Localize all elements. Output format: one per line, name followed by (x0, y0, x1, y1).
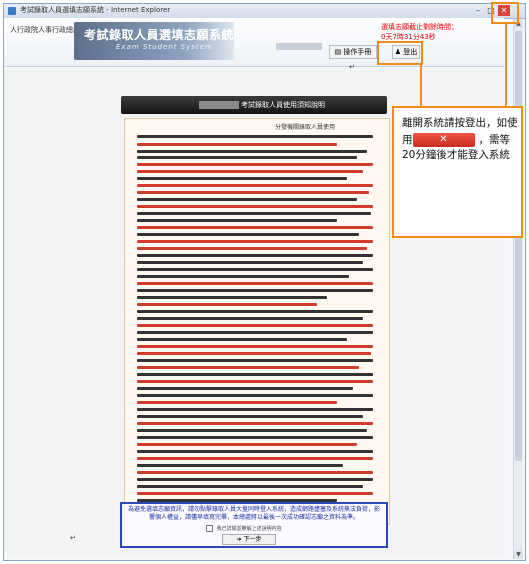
logout-highlight-box (377, 41, 423, 65)
callout-text: 離開系統請按登出，如使用 ✕ ，需等20分鐘後才能登入系統 (402, 116, 522, 164)
document-header: 分發機關錄取人員使用 (275, 124, 336, 131)
manual-button[interactable]: ▤ 操作手冊 (329, 45, 377, 59)
title-bar: 考試錄取人員選填志願系統 - Internet Explorer – □ ✕ (4, 4, 525, 19)
close-highlight-box (491, 2, 519, 24)
minimize-icon[interactable]: – (472, 5, 484, 16)
next-button[interactable]: ➜ 下一步 (222, 534, 276, 545)
paragraph-mark-icon-bottom: ↵ (70, 534, 76, 542)
close-button-sample-icon: ✕ (412, 132, 475, 147)
paragraph-mark-icon: ↵ (349, 63, 355, 71)
scroll-down-icon[interactable]: ▼ (514, 550, 523, 559)
system-title: 考試錄取人員選填志願系統 (84, 28, 235, 42)
system-subtitle: Exam Student System (116, 43, 213, 51)
manual-button-label: 操作手冊 (343, 48, 372, 56)
deadline-label: 選填志願截止剩餘時間： (381, 23, 458, 31)
confirmation-panel: 為避免選填志願資訊，請勿點擊錄取人員大量同時登入系統，造成網路壅塞及系統無法負荷… (120, 502, 388, 548)
ribbon-redacted (199, 101, 239, 109)
page-scrollbar[interactable]: ▲ ▼ (513, 19, 523, 559)
window-title: 考試錄取人員選填志願系統 - Internet Explorer (20, 6, 171, 14)
notice-document: 分發機關錄取人員使用 (124, 118, 390, 525)
scroll-thumb[interactable] (515, 31, 522, 461)
ribbon-title: 考試錄取人員使用須知說明 (241, 101, 325, 109)
bottom-notice: 為避免選填志願資訊，請勿點擊錄取人員大量同時登入系統，造成網路壅塞及系統無法負荷… (127, 506, 380, 521)
agree-checkbox-label: 我已詳閱並瞭解上述說明內容 (216, 526, 282, 532)
user-info-redacted (276, 43, 322, 50)
site-header: 人行政院人事行政總處 考試錄取人員選填志願系統 Exam Student Sys… (4, 18, 504, 67)
callout-connector-logout (420, 63, 422, 106)
next-button-label: 下一步 (243, 536, 262, 543)
deadline-warning: 選填志願截止剩餘時間： 0天7時31分43秒 (381, 22, 458, 42)
arrow-icon: ➜ (236, 536, 242, 543)
instruction-callout: 離開系統請按登出，如使用 ✕ ，需等20分鐘後才能登入系統 (392, 106, 523, 238)
callout-connector-close (505, 24, 507, 106)
book-icon: ▤ (334, 48, 342, 56)
browser-icon (8, 7, 16, 15)
agree-checkbox[interactable] (206, 525, 213, 532)
agree-checkbox-row[interactable]: 我已詳閱並瞭解上述說明內容 (206, 525, 282, 532)
agency-logo: 人行政院人事行政總處 (10, 26, 80, 34)
